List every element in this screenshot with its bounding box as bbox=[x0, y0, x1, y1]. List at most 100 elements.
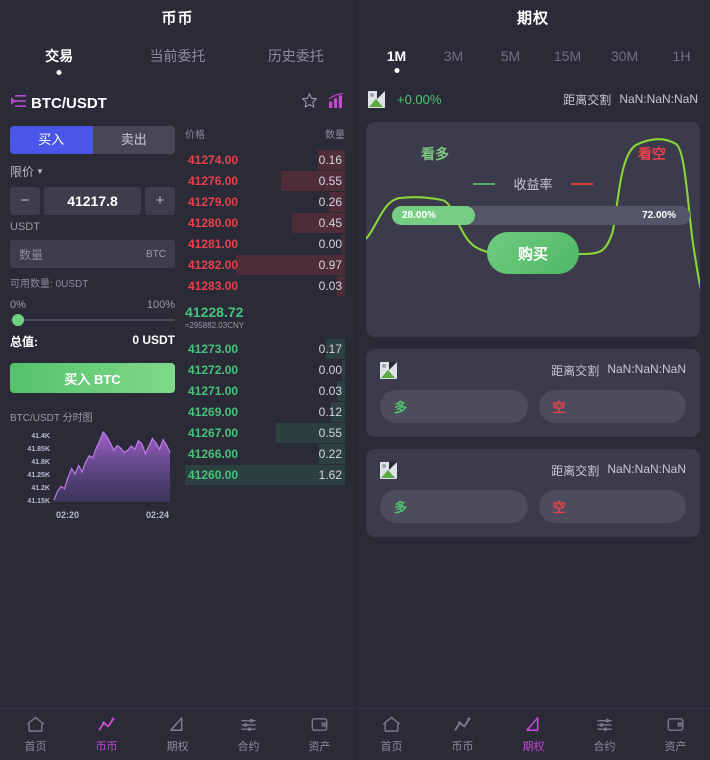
period-tab-30m[interactable]: 30M bbox=[596, 48, 653, 64]
nav-item-label: 币币 bbox=[95, 740, 118, 753]
order-price: 41279.00 bbox=[188, 195, 239, 209]
broken-image-icon bbox=[380, 461, 397, 479]
tab-order-history[interactable]: 历史委托 bbox=[237, 46, 355, 66]
legend-label: 收益率 bbox=[513, 177, 553, 192]
order-book-row[interactable]: 41280.00 0.45 bbox=[185, 213, 345, 233]
screen: 币币 交易 当前委托 历史委托 BTC/USDT 买入 卖出 限价 ▼ − 41… bbox=[0, 0, 710, 760]
order-amount: 0.00 bbox=[318, 237, 342, 251]
spot-body: 买入 卖出 限价 ▼ − 41217.8 + USDT 数量 BTC 可用数量:… bbox=[0, 118, 355, 520]
slider-knob[interactable] bbox=[12, 314, 24, 326]
available-label: 可用数量: bbox=[10, 279, 53, 290]
go-short-button[interactable]: 空 bbox=[538, 490, 686, 523]
submit-buy-button[interactable]: 买入 BTC bbox=[10, 363, 175, 393]
order-book-row[interactable]: 41276.00 0.55 bbox=[185, 171, 345, 191]
order-book-row[interactable]: 41283.00 0.03 bbox=[185, 276, 345, 296]
minichart-title: BTC/USDT 分时图 bbox=[10, 413, 93, 424]
home-icon bbox=[26, 716, 46, 734]
option-card-1-countdown: 距离交割 NaN:NaN:NaN bbox=[551, 362, 686, 379]
order-book-row[interactable]: 41266.00 0.22 bbox=[185, 444, 345, 464]
star-icon[interactable] bbox=[301, 92, 318, 114]
price-increment-button[interactable]: + bbox=[145, 187, 175, 215]
go-long-button[interactable]: 多 bbox=[380, 490, 528, 523]
buy-tab-button[interactable]: 买入 bbox=[10, 126, 93, 154]
order-book: 价格 数量 41274.00 0.16 41276.00 0.55 41279.00 0.… bbox=[185, 118, 355, 508]
order-book-row[interactable]: 41272.00 0.00 bbox=[185, 360, 345, 380]
settlement-value: NaN:NaN:NaN bbox=[619, 92, 698, 106]
y-tick: 41.4K bbox=[31, 433, 50, 440]
purchase-button[interactable]: 购买 bbox=[487, 232, 579, 274]
nav-item-label: 合约 bbox=[593, 740, 616, 753]
nav-item-资产[interactable]: 资产 bbox=[640, 716, 710, 754]
tab-trade[interactable]: 交易 bbox=[0, 46, 118, 75]
pair-name[interactable]: BTC/USDT bbox=[31, 95, 107, 112]
order-price: 41280.00 bbox=[188, 216, 239, 230]
price-input[interactable]: 41217.8 bbox=[44, 187, 141, 215]
nav-item-首页[interactable]: 首页 bbox=[356, 716, 427, 754]
period-tab-15m[interactable]: 15M bbox=[539, 48, 596, 64]
order-book-row[interactable]: 41260.00 1.62 bbox=[185, 465, 345, 485]
minichart-x-axis: 02:20 02:24 bbox=[50, 510, 175, 520]
broken-image-icon bbox=[380, 361, 397, 379]
price-decrement-button[interactable]: − bbox=[10, 187, 40, 215]
amount-slider[interactable] bbox=[10, 313, 175, 327]
last-price-block: 41228.72 ≈295882.03CNY bbox=[185, 304, 345, 330]
order-book-row[interactable]: 41267.00 0.55 bbox=[185, 423, 345, 443]
last-price: 41228.72 bbox=[185, 304, 244, 320]
period-tab-5m[interactable]: 5M bbox=[482, 48, 539, 64]
order-book-row[interactable]: 41273.00 0.17 bbox=[185, 339, 345, 359]
nav-item-期权[interactable]: 期权 bbox=[498, 716, 569, 754]
ratio-short-value: 72.00% bbox=[642, 210, 676, 221]
go-long-button[interactable]: 多 bbox=[380, 390, 528, 423]
nav-item-资产[interactable]: 资产 bbox=[284, 716, 355, 754]
sliders-icon bbox=[239, 716, 259, 734]
order-book-row[interactable]: 41274.00 0.16 bbox=[185, 150, 345, 170]
sell-tab-button[interactable]: 卖出 bbox=[92, 126, 175, 154]
order-book-row[interactable]: 41271.00 0.03 bbox=[185, 381, 345, 401]
period-tab-1h[interactable]: 1H bbox=[653, 48, 710, 64]
amount-input[interactable]: 数量 BTC bbox=[10, 240, 175, 268]
y-tick: 41.2K bbox=[31, 485, 50, 492]
tab-open-orders[interactable]: 当前委托 bbox=[118, 46, 236, 66]
order-amount: 0.00 bbox=[318, 363, 342, 377]
go-short-button[interactable]: 空 bbox=[538, 390, 686, 423]
nav-item-币币[interactable]: 币币 bbox=[71, 716, 142, 754]
settlement-value: NaN:NaN:NaN bbox=[607, 361, 686, 376]
order-book-row[interactable]: 41281.00 0.00 bbox=[185, 234, 345, 254]
list-arrow-icon[interactable] bbox=[10, 94, 27, 113]
order-book-row[interactable]: 41282.00 0.97 bbox=[185, 255, 345, 275]
col-amount-label: 数量 bbox=[325, 130, 345, 141]
nav-item-label: 资产 bbox=[308, 740, 331, 753]
period-tab-1m[interactable]: 1M bbox=[368, 48, 425, 73]
ratio-long-value: 28.00% bbox=[402, 210, 436, 221]
nav-item-合约[interactable]: 合约 bbox=[569, 716, 640, 754]
nav-item-期权[interactable]: 期权 bbox=[142, 716, 213, 754]
sliders-icon bbox=[595, 716, 615, 734]
order-type-selector[interactable]: 限价 ▼ bbox=[10, 163, 175, 180]
option-card-1-header: 距离交割 NaN:NaN:NaN bbox=[380, 360, 686, 380]
order-book-row[interactable]: 41279.00 0.26 bbox=[185, 192, 345, 212]
amount-unit-label: BTC bbox=[146, 248, 166, 260]
depth-bar bbox=[341, 234, 345, 254]
nav-item-label: 资产 bbox=[664, 740, 687, 753]
last-price-cny: ≈295882.03CNY bbox=[185, 321, 245, 330]
nav-item-首页[interactable]: 首页 bbox=[0, 716, 71, 754]
x-tick: 02:24 bbox=[145, 510, 169, 520]
nav-item-合约[interactable]: 合约 bbox=[213, 716, 284, 754]
bottom-nav: 首页 币币 期权 合约 资产 bbox=[356, 708, 710, 760]
home-icon bbox=[382, 716, 402, 734]
period-tab-3m[interactable]: 3M bbox=[425, 48, 482, 64]
page-title: 期权 bbox=[516, 10, 549, 27]
nav-item-币币[interactable]: 币币 bbox=[427, 716, 498, 754]
broken-image-icon bbox=[368, 90, 385, 108]
minichart: 41.4K 41.85K 41.8K 41.25K 41.2K 41.15K 0… bbox=[10, 430, 175, 520]
order-amount: 0.26 bbox=[318, 195, 342, 209]
bottom-nav: 首页 币币 期权 合约 资产 bbox=[0, 708, 355, 760]
settlement-label: 距离交割 bbox=[551, 463, 600, 478]
available-balance: 可用数量: 0USDT bbox=[10, 275, 175, 290]
y-tick: 41.85K bbox=[27, 446, 50, 453]
bar-chart-icon[interactable] bbox=[328, 92, 345, 114]
order-book-row[interactable]: 41269.00 0.12 bbox=[185, 402, 345, 422]
period-tab-30m-label: 30M bbox=[610, 48, 639, 64]
order-price: 41273.00 bbox=[188, 342, 239, 356]
order-price: 41266.00 bbox=[188, 447, 239, 461]
